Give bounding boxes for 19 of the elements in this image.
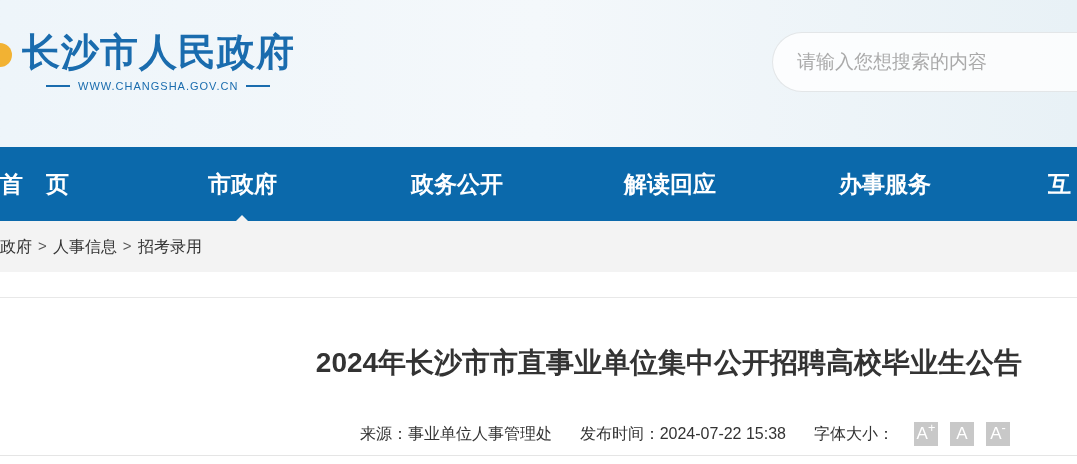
breadcrumb-link[interactable]: 人事信息: [52, 234, 117, 259]
article-title: 2024年长沙市市直事业单位集中公开招聘高校毕业生公告: [314, 346, 1024, 380]
nav-tab[interactable]: 办事服务: [839, 170, 931, 198]
article-source: 来源：事业单位人事管理处: [359, 424, 552, 444]
breadcrumb-link[interactable]: 政府: [0, 234, 32, 259]
nav-tab[interactable]: 政务公开: [411, 170, 503, 198]
search-field[interactable]: 请输入您想搜索的内容: [772, 32, 1077, 92]
nav-tab[interactable]: 首 页: [0, 170, 69, 198]
breadcrumb-separator: >: [38, 236, 47, 257]
font-size-label: 字体大小：: [814, 424, 894, 444]
nav-tab[interactable]: 互: [1048, 170, 1071, 198]
nav-tab[interactable]: 市政府: [207, 170, 277, 198]
breadcrumb-link[interactable]: 招考录用: [137, 234, 202, 259]
site-logo-title: 长沙市人民政府: [22, 30, 295, 74]
emblem-icon: [0, 40, 12, 70]
breadcrumb-separator: >: [122, 236, 132, 257]
publish-time: 发布时间：2024-07-22 15:38: [579, 424, 786, 444]
nav-tab[interactable]: 解读回应: [624, 170, 716, 198]
site-url: WWW.CHANGSHA.GOV.CN: [78, 79, 239, 94]
